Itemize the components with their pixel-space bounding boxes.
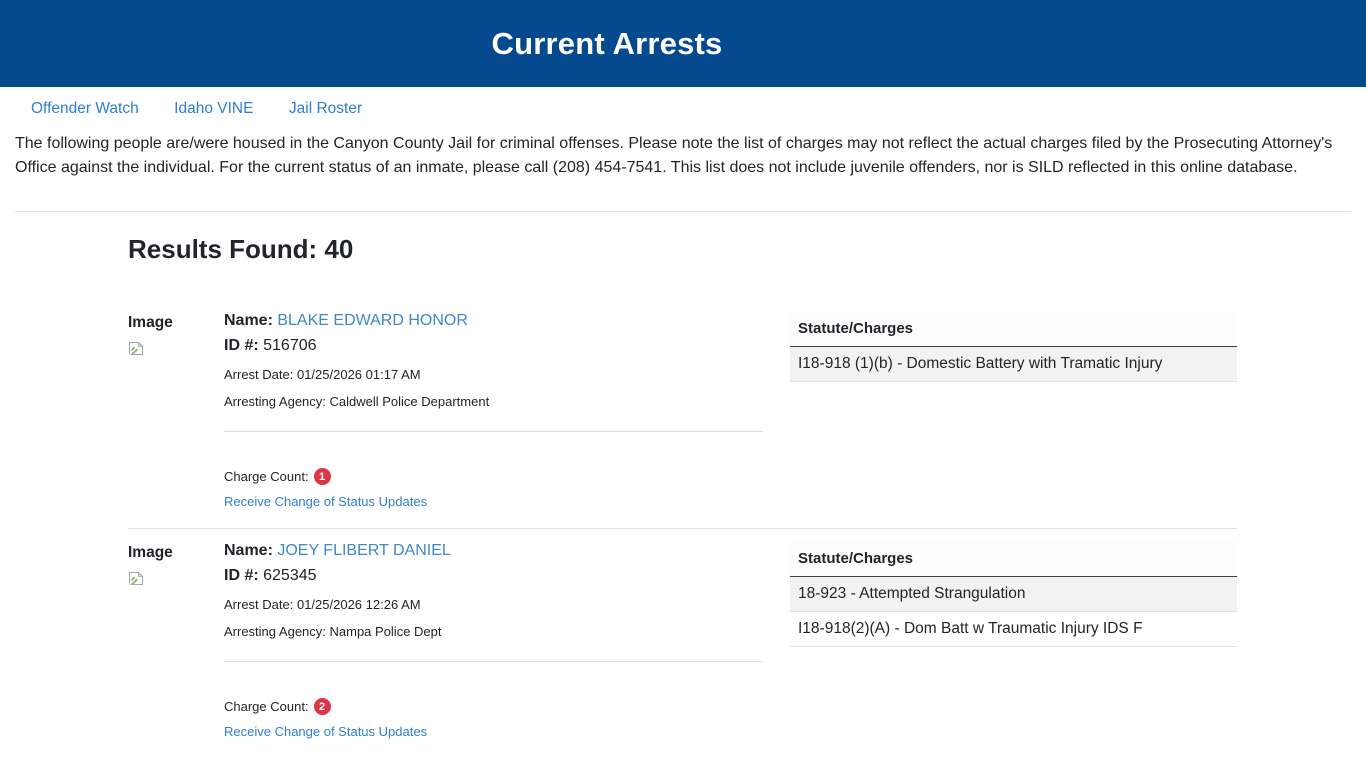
record-charges-column: Statute/Charges 18-923 - Attempted Stran… bbox=[790, 542, 1237, 741]
charge-count-label: Charge Count: bbox=[224, 469, 309, 484]
charges-table: Statute/Charges I18-918 (1)(b) - Domesti… bbox=[790, 312, 1237, 382]
charge-count-label: Charge Count: bbox=[224, 699, 309, 714]
record-divider bbox=[128, 528, 1237, 529]
broken-image-icon bbox=[129, 341, 144, 355]
name-label: Name: bbox=[224, 542, 273, 559]
inmate-id-value: 625345 bbox=[263, 567, 317, 584]
name-line: Name: BLAKE EDWARD HONOR bbox=[224, 312, 763, 330]
arrest-date-line: Arrest Date: 01/25/2026 01:17 AM bbox=[224, 367, 421, 382]
page-divider bbox=[15, 211, 1351, 212]
details-divider bbox=[224, 661, 763, 662]
intro-paragraph: The following people are/were housed in … bbox=[15, 135, 1333, 176]
arrest-date-line: Arrest Date: 01/25/2026 12:26 AM bbox=[224, 597, 421, 612]
details-divider bbox=[224, 431, 763, 432]
id-label: ID #: bbox=[224, 567, 259, 584]
id-label: ID #: bbox=[224, 337, 259, 354]
charge-count-badge: 2 bbox=[313, 698, 331, 715]
inmate-id-value: 516706 bbox=[263, 337, 317, 354]
charge-row: I18-918(2)(A) - Dom Batt w Traumatic Inj… bbox=[790, 611, 1237, 647]
name-label: Name: bbox=[224, 312, 273, 329]
arresting-agency-line: Arresting Agency: Caldwell Police Depart… bbox=[224, 394, 490, 409]
name-line: Name: JOEY FLIBERT DANIEL bbox=[224, 542, 763, 560]
image-label: Image bbox=[128, 314, 173, 331]
charge-count-line: Charge Count: 2 bbox=[224, 698, 763, 715]
charge-count-badge: 1 bbox=[313, 468, 331, 485]
charge-row: I18-918 (1)(b) - Domestic Battery with T… bbox=[790, 346, 1237, 382]
nav-link-jail-roster[interactable]: Jail Roster bbox=[289, 100, 362, 118]
inmate-name-link[interactable]: BLAKE EDWARD HONOR bbox=[277, 312, 468, 329]
record-image-column: Image bbox=[128, 312, 224, 511]
charge-count-line: Charge Count: 1 bbox=[224, 468, 763, 485]
status-updates-link[interactable]: Receive Change of Status Updates bbox=[224, 494, 427, 509]
nav-link-offender-watch[interactable]: Offender Watch bbox=[31, 100, 139, 118]
charge-text: 18-923 - Attempted Strangulation bbox=[790, 576, 1237, 612]
record-charges-column: Statute/Charges I18-918 (1)(b) - Domesti… bbox=[790, 312, 1237, 511]
results-heading: Results Found: 40 bbox=[128, 234, 354, 264]
charges-table-header: Statute/Charges bbox=[790, 542, 1237, 577]
charge-text: I18-918(2)(A) - Dom Batt w Traumatic Inj… bbox=[790, 611, 1237, 647]
charges-table: Statute/Charges 18-923 - Attempted Stran… bbox=[790, 542, 1237, 647]
arrest-record: Image Name: JOEY FLIBERT DANIEL ID #: 62… bbox=[128, 542, 1237, 741]
charge-row: 18-923 - Attempted Strangulation bbox=[790, 576, 1237, 612]
record-details-column: Name: JOEY FLIBERT DANIEL ID #: 625345 A… bbox=[224, 542, 763, 741]
arrest-record: Image Name: BLAKE EDWARD HONOR ID #: 516… bbox=[128, 312, 1237, 511]
image-label: Image bbox=[128, 544, 173, 561]
page-title: Current Arrests bbox=[491, 25, 723, 61]
id-line: ID #: 625345 bbox=[224, 567, 763, 585]
arresting-agency-line: Arresting Agency: Nampa Police Dept bbox=[224, 624, 442, 639]
inmate-name-link[interactable]: JOEY FLIBERT DANIEL bbox=[277, 542, 450, 559]
status-updates-link[interactable]: Receive Change of Status Updates bbox=[224, 724, 427, 739]
record-image-column: Image bbox=[128, 542, 224, 741]
top-nav: Offender Watch Idaho VINE Jail Roster bbox=[0, 87, 1366, 118]
id-line: ID #: 516706 bbox=[224, 337, 763, 355]
record-details-column: Name: BLAKE EDWARD HONOR ID #: 516706 Ar… bbox=[224, 312, 763, 511]
charges-table-header: Statute/Charges bbox=[790, 312, 1237, 347]
nav-link-idaho-vine[interactable]: Idaho VINE bbox=[174, 100, 253, 118]
charge-text: I18-918 (1)(b) - Domestic Battery with T… bbox=[790, 346, 1237, 382]
page-header: Current Arrests bbox=[0, 0, 1366, 87]
broken-image-icon bbox=[129, 571, 144, 585]
